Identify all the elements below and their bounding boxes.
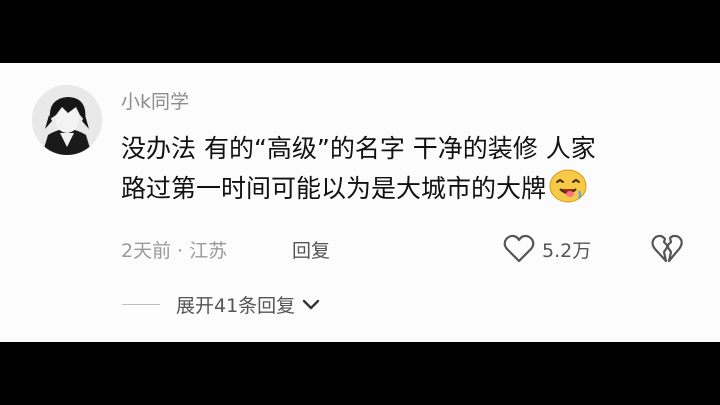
expand-replies-label: 展开41条回复 (176, 295, 296, 317)
avatar[interactable] (32, 85, 102, 155)
comment-text: 没办法 有的“高级”的名字 干净的装修 人家 路过第一时间可能以为是大城市的大牌 (121, 129, 701, 209)
broken-heart-icon[interactable] (651, 234, 683, 264)
comment-line-1: 没办法 有的“高级”的名字 干净的装修 人家 (121, 134, 596, 163)
like-count: 5.2万 (542, 240, 592, 262)
heart-outline-icon[interactable] (503, 234, 535, 264)
drooling-face-emoji (549, 169, 587, 203)
chevron-down-icon (302, 299, 320, 309)
username[interactable]: 小k同学 (121, 87, 189, 114)
comment-card: 小k同学 没办法 有的“高级”的名字 干净的装修 人家 路过第一时间可能以为是大… (0, 63, 720, 342)
comment-line-2: 路过第一时间可能以为是大城市的大牌 (121, 169, 701, 209)
expand-replies-button[interactable]: 展开41条回复 (122, 291, 321, 318)
divider-line (122, 304, 160, 305)
comment-line-2-text: 路过第一时间可能以为是大城市的大牌 (121, 174, 547, 203)
reply-button[interactable]: 回复 (292, 236, 330, 263)
comment-meta: 2天前 · 江苏 (121, 240, 228, 262)
